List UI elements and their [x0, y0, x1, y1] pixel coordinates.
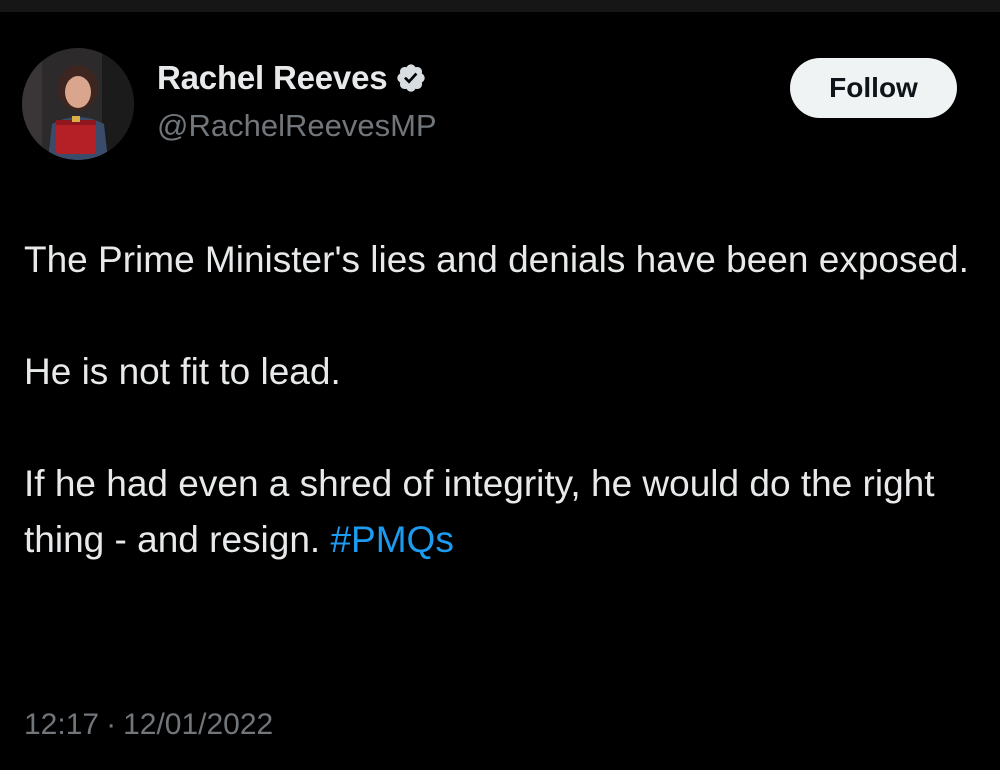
verified-badge-icon	[395, 62, 427, 94]
tweet-time: 12:17	[24, 708, 100, 741]
tweet-date: 12/01/2022	[123, 708, 274, 741]
author-display-name[interactable]: Rachel Reeves	[157, 59, 388, 97]
tweet-paragraph: He is not fit to lead.	[24, 351, 341, 392]
top-strip	[0, 0, 1000, 12]
hashtag-link[interactable]: #PMQs	[330, 519, 453, 560]
author-handle[interactable]: @RachelReevesMP	[157, 108, 437, 144]
tweet-timestamp[interactable]: 12:17 · 12/01/2022	[24, 708, 273, 742]
timestamp-separator: ·	[106, 708, 117, 741]
tweet-card: Rachel Reeves @RachelReevesMP Follow The…	[0, 12, 1000, 770]
tweet-paragraph-text: If he had even a shred of integrity, he …	[24, 463, 935, 560]
tweet-text: The Prime Minister's lies and denials ha…	[24, 232, 974, 568]
tweet-paragraph-last: If he had even a shred of integrity, he …	[24, 456, 974, 568]
follow-button[interactable]: Follow	[790, 58, 957, 118]
tweet-paragraph: The Prime Minister's lies and denials ha…	[24, 239, 969, 280]
avatar[interactable]	[22, 48, 134, 160]
author-name-row: Rachel Reeves	[157, 58, 427, 98]
avatar-photo	[22, 48, 134, 160]
